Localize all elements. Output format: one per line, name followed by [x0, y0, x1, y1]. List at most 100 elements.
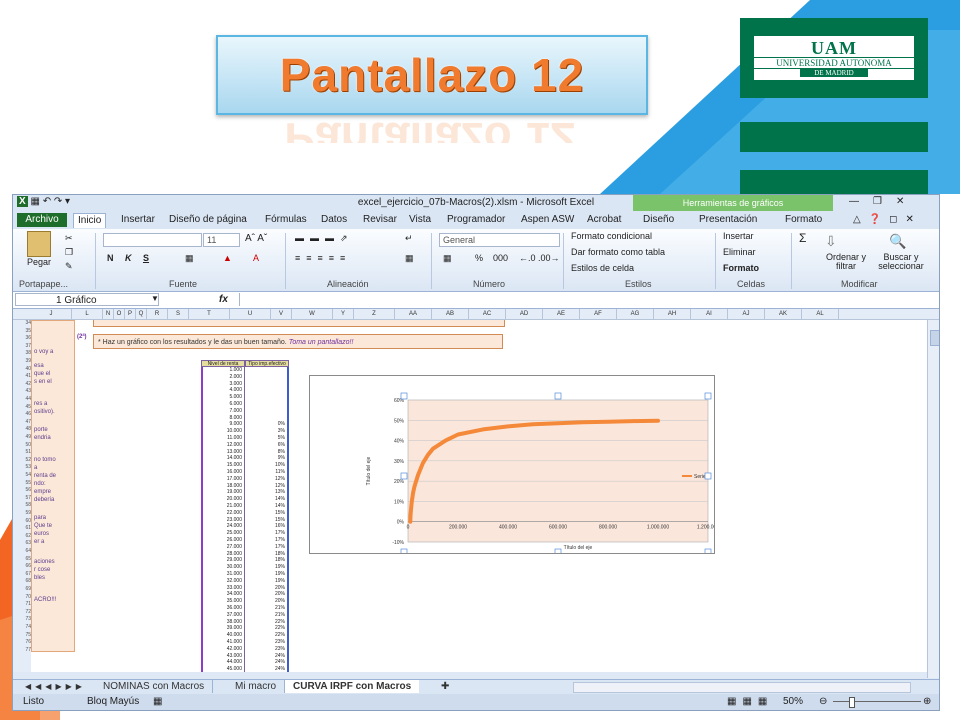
row-header[interactable]: 48	[13, 426, 31, 432]
column-header[interactable]: U	[230, 309, 271, 319]
data-point[interactable]	[413, 481, 418, 485]
sheet-nav-icons[interactable]: ◀◀◀▶▶▶	[17, 680, 94, 693]
rate-cell[interactable]: 17%	[275, 537, 285, 543]
column-header[interactable]: AA	[395, 309, 432, 319]
row-header[interactable]: 53	[13, 464, 31, 470]
rate-cell[interactable]: 17%	[275, 544, 285, 550]
column-header[interactable]: Z	[354, 309, 395, 319]
data-table[interactable]: Nivel de renta Tipo imp.efectivo 1.000 2.…	[201, 360, 301, 672]
vertical-scrollbar[interactable]	[927, 320, 939, 678]
underline-button[interactable]: S	[143, 253, 149, 263]
x-tick-label[interactable]: 1.000.000	[647, 525, 669, 531]
scroll-thumb[interactable]	[930, 330, 939, 346]
rate-cell[interactable]: 11%	[275, 469, 285, 475]
selection-handle[interactable]	[400, 548, 408, 553]
table-header-income[interactable]: Nivel de renta	[201, 360, 245, 367]
name-box-dropdown-icon[interactable]: ▼	[151, 294, 159, 303]
format-cells-button[interactable]: Formato	[723, 263, 759, 273]
income-cell[interactable]: 6.000	[229, 401, 242, 407]
row-header[interactable]: 46	[13, 411, 31, 417]
income-cell[interactable]: 8.000	[229, 415, 242, 421]
rate-cell[interactable]: 19%	[275, 578, 285, 584]
row-header[interactable]: 37	[13, 343, 31, 349]
column-header[interactable]: AC	[469, 309, 506, 319]
y-axis-title[interactable]: Título del eje	[366, 456, 372, 485]
row-header[interactable]: 39	[13, 358, 31, 364]
row-header[interactable]: 77	[13, 647, 31, 653]
income-cell[interactable]: 29.000	[227, 557, 242, 563]
income-cell[interactable]: 22.000	[227, 510, 242, 516]
rate-cell[interactable]: 20%	[275, 591, 285, 597]
income-cell[interactable]: 12.000	[227, 442, 242, 448]
row-header[interactable]: 50	[13, 442, 31, 448]
rate-cell[interactable]: 18%	[275, 557, 285, 563]
income-cell[interactable]: 19.000	[227, 489, 242, 495]
cell-styles-button[interactable]: Estilos de celda	[571, 263, 634, 273]
row-header[interactable]: 60	[13, 518, 31, 524]
data-point[interactable]	[410, 499, 414, 504]
column-header[interactable]: AK	[765, 309, 802, 319]
bold-button[interactable]: N	[107, 253, 114, 263]
income-cell[interactable]: 41.000	[227, 639, 242, 645]
chart-object[interactable]: -10% 0% 10% 20% 30% 40% 50% 60% 0 200.000 400.000 6…	[309, 375, 715, 554]
tab-presentacion[interactable]: Presentación	[695, 213, 761, 227]
row-header[interactable]: 61	[13, 525, 31, 531]
selection-handle[interactable]	[554, 548, 562, 553]
row-header[interactable]: 72	[13, 609, 31, 615]
income-cell[interactable]: 13.000	[227, 449, 242, 455]
income-cell[interactable]: 1.000	[229, 367, 242, 373]
data-point[interactable]	[481, 427, 485, 432]
rate-cell[interactable]: 8%	[278, 449, 285, 455]
income-cell[interactable]: 30.000	[227, 564, 242, 570]
tab-aspen[interactable]: Aspen ASW	[517, 213, 578, 227]
rate-cell[interactable]: 21%	[275, 612, 285, 618]
rate-cell[interactable]: 12%	[275, 476, 285, 482]
rate-cell[interactable]: 23%	[275, 646, 285, 652]
sum-icon[interactable]: Σ	[799, 231, 806, 245]
row-header[interactable]: 45	[13, 404, 31, 410]
income-cell[interactable]: 33.000	[227, 585, 242, 591]
income-cell[interactable]: 25.000	[227, 530, 242, 536]
income-cell[interactable]: 27.000	[227, 544, 242, 550]
income-cell[interactable]: 14.000	[227, 455, 242, 461]
y-tick-label[interactable]: 40%	[394, 439, 405, 445]
data-point[interactable]	[418, 467, 423, 471]
rate-cell[interactable]: 22%	[275, 619, 285, 625]
tab-formato[interactable]: Formato	[781, 213, 826, 227]
font-size-combo[interactable]: 11	[203, 233, 240, 247]
data-point[interactable]	[411, 491, 415, 495]
zoom-slider[interactable]	[833, 701, 921, 702]
restore-icon[interactable]: ❐	[873, 196, 896, 207]
align-top-icons[interactable]: ▬▬▬⇗	[295, 233, 354, 244]
column-header[interactable]: N	[103, 309, 114, 319]
row-header[interactable]: 75	[13, 632, 31, 638]
row-header[interactable]: 70	[13, 594, 31, 600]
selection-handle[interactable]	[704, 548, 712, 553]
income-cell[interactable]: 23.000	[227, 517, 242, 523]
income-cell[interactable]: 15.000	[227, 462, 242, 468]
cond-format-button[interactable]: Formato condicional	[571, 231, 652, 241]
row-header[interactable]: 68	[13, 578, 31, 584]
row-header[interactable]: 58	[13, 502, 31, 508]
new-sheet-icon[interactable]: ✚	[433, 680, 457, 693]
rate-cell[interactable]: 24%	[275, 666, 285, 672]
income-cell[interactable]: 26.000	[227, 537, 242, 543]
data-point[interactable]	[556, 421, 560, 425]
row-header[interactable]: 59	[13, 510, 31, 516]
x-tick-label[interactable]: 400.000	[499, 525, 517, 531]
data-point[interactable]	[581, 420, 585, 424]
column-header[interactable]: AI	[691, 309, 728, 319]
data-point[interactable]	[656, 419, 660, 423]
data-point[interactable]	[431, 447, 435, 451]
window-controls[interactable]: —❐✕	[849, 196, 918, 207]
worksheet-grid[interactable]: 34 35 36 37 38 39 40 41 42 43 44 45 46 47 48 49 50 51 52 53…	[13, 320, 927, 672]
rate-cell[interactable]: 0%	[278, 421, 285, 427]
delete-cells-button[interactable]: Eliminar	[723, 247, 756, 257]
zoom-level[interactable]: 50%	[783, 696, 803, 707]
column-header[interactable]: AF	[580, 309, 617, 319]
rate-cell[interactable]: 22%	[275, 632, 285, 638]
income-cell[interactable]: 34.000	[227, 591, 242, 597]
income-column[interactable]: 1.000 2.000 3.000 4.000 5.000 6.000 7.000 8.000…	[201, 367, 245, 672]
rate-cell[interactable]: 6%	[278, 442, 285, 448]
rate-cell[interactable]: 19%	[275, 564, 285, 570]
